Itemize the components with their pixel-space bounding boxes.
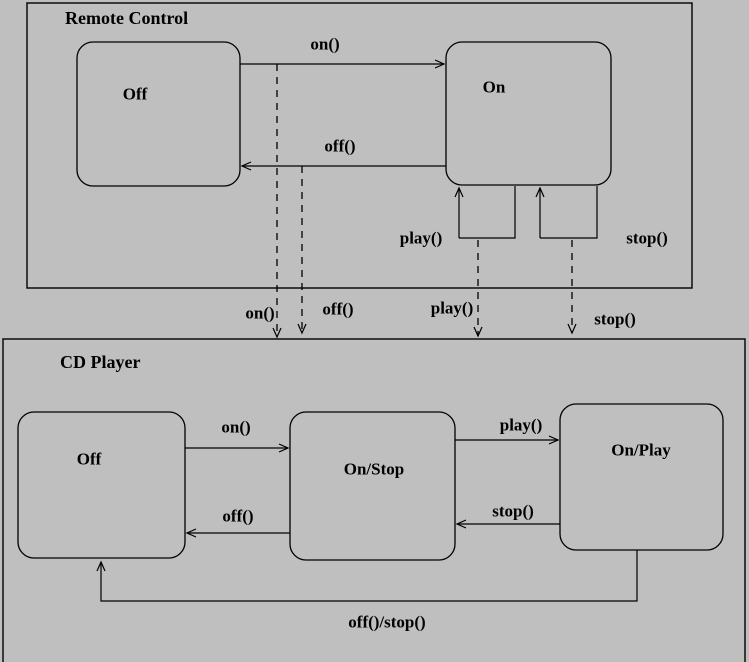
state-box-cd-stop[interactable] — [289, 411, 456, 561]
message-label-off: off() — [322, 299, 354, 319]
state-diagram-canvas: Remote Control CD Player Off On Off On/S… — [0, 0, 749, 662]
edge-label-cd-return: off()/stop() — [348, 612, 426, 632]
state-label-rc-on: On — [482, 77, 506, 97]
transition-rc-play-hook-body — [459, 186, 516, 239]
edge-label-rc-on: on() — [310, 34, 340, 54]
edge-label-cd-play: play() — [499, 415, 543, 435]
state-box-cd-off[interactable] — [17, 411, 186, 559]
state-label-cd-off: Off — [76, 449, 102, 469]
message-label-on: on() — [245, 303, 275, 323]
transition-cd-return-path — [96, 550, 638, 602]
diagram-vector-layer — [2, 2, 746, 662]
edge-label-rc-off: off() — [324, 136, 356, 156]
state-box-rc-on[interactable] — [445, 41, 612, 186]
edge-label-rc-play: play() — [399, 228, 443, 248]
message-label-play: play() — [430, 298, 474, 318]
frame-title-remote-control: Remote Control — [65, 8, 189, 28]
state-label-cd-stop: On/Stop — [343, 459, 405, 479]
edge-label-rc-stop: stop() — [626, 228, 668, 248]
state-label-cd-play: On/Play — [611, 440, 671, 460]
state-box-cd-play[interactable] — [559, 403, 724, 551]
frame-title-cd-player: CD Player — [60, 352, 141, 372]
edge-label-cd-on: on() — [221, 417, 251, 437]
transition-rc-stop-hook-body — [540, 186, 598, 239]
edge-label-cd-stop: stop() — [492, 501, 534, 521]
state-label-rc-off: Off — [122, 84, 148, 104]
message-label-stop: stop() — [594, 309, 636, 329]
state-box-rc-off[interactable] — [76, 41, 241, 187]
frame-remote-control — [26, 2, 693, 289]
edge-label-cd-off: off() — [222, 506, 254, 526]
